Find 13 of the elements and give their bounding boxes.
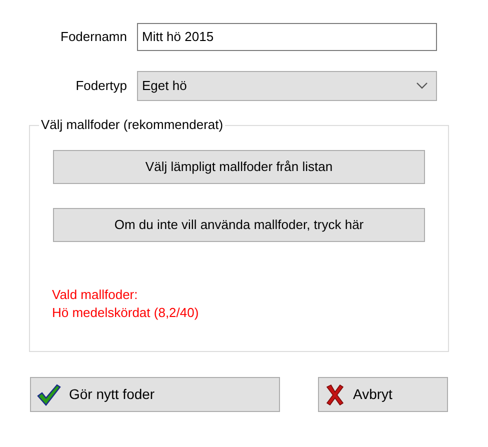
template-button[interactable]: Välj lämpligt mallfoder från listan (53, 150, 425, 184)
template-button[interactable]: Om du inte vill använda mallfoder, tryck här (53, 208, 425, 242)
checkmark-icon (37, 384, 61, 406)
selected-caption: Vald mallfoder: (52, 286, 139, 304)
chevron-down-icon (416, 82, 428, 90)
field-label: Fodernamn (60, 28, 128, 46)
selected-template: Hö medelskördat (8,2/40) (52, 304, 200, 322)
cancel-button[interactable]: Avbryt (318, 377, 448, 412)
cross-icon (325, 384, 345, 406)
type-dropdown[interactable]: Eget hö (137, 71, 437, 101)
field-label: Fodertyp (74, 77, 128, 96)
create-button[interactable]: Gör nytt foder (30, 377, 280, 412)
name-field[interactable]: Mitt hö 2015 (137, 23, 437, 51)
